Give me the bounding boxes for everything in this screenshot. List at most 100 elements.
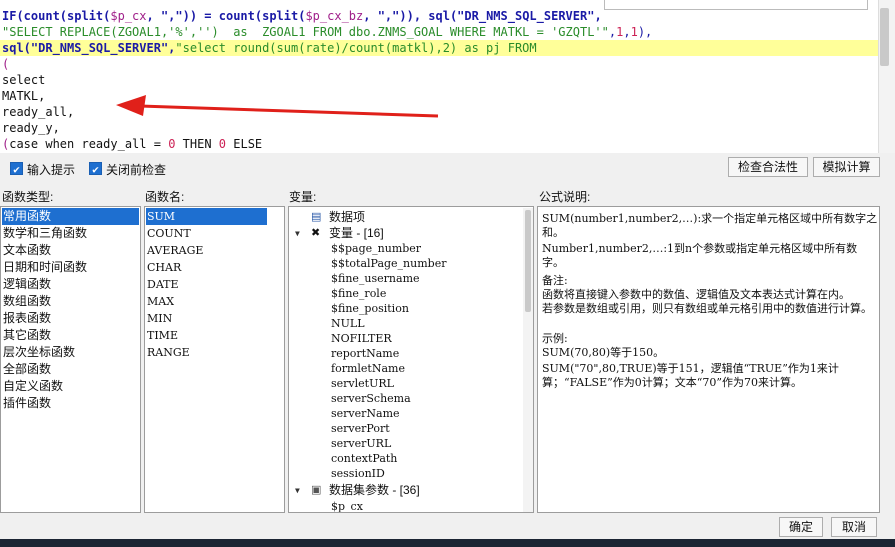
simulate-button[interactable]: 模拟计算 bbox=[813, 157, 880, 177]
tree-variable-item[interactable]: $fine_username bbox=[331, 271, 420, 286]
description-line: 备注: bbox=[542, 274, 568, 287]
cancel-button[interactable]: 取消 bbox=[831, 517, 877, 537]
code-line: select bbox=[2, 72, 45, 88]
func-type-item[interactable]: 全部函数 bbox=[2, 361, 51, 378]
code-line: "SELECT REPLACE(ZGOAL1,'%','') as ZGOAL1… bbox=[2, 24, 652, 40]
code-line: ready_all, bbox=[2, 104, 74, 120]
code-token: ELSE bbox=[226, 137, 263, 151]
code-token: sql("DR_NMS_SQL_SERVER", bbox=[2, 41, 176, 55]
description-line: Number1,number2,…:1到n个参数或指定单元格区域中所有数字。 bbox=[542, 242, 858, 269]
editor-search-box[interactable] bbox=[604, 0, 868, 10]
code-token: "select round(sum(rate)/count(matkl),2) … bbox=[175, 41, 537, 55]
tree-variable-item[interactable]: $fine_role bbox=[331, 286, 386, 301]
func-type-item[interactable]: 文本函数 bbox=[2, 242, 51, 259]
code-line: sql("DR_NMS_SQL_SERVER","select round(su… bbox=[2, 40, 537, 56]
func-type-item[interactable]: 常用函数 bbox=[2, 208, 139, 225]
func-type-item[interactable]: 数学和三角函数 bbox=[2, 225, 87, 242]
tree-variable-item[interactable]: contextPath bbox=[331, 451, 397, 466]
description-line: 若参数是数组或引用，则只有数组或单元格引用中的数值进行计算。 bbox=[542, 302, 872, 315]
func-name-item[interactable]: TIME bbox=[146, 327, 178, 344]
code-token: IF(count(split( bbox=[2, 9, 111, 23]
func-name-item[interactable]: AVERAGE bbox=[146, 242, 203, 259]
variable-tree-scrollbar-thumb[interactable] bbox=[525, 210, 531, 312]
code-line: IF(count(split($p_cx, ",")) = count(spli… bbox=[2, 8, 602, 24]
func-name-item[interactable]: COUNT bbox=[146, 225, 191, 242]
tree-variable-item[interactable]: $fine_position bbox=[331, 301, 409, 316]
func-name-item[interactable]: DATE bbox=[146, 276, 179, 293]
tree-variable-item[interactable]: serverSchema bbox=[331, 391, 411, 406]
func-type-item[interactable]: 报表函数 bbox=[2, 310, 51, 327]
tree-variable-item[interactable]: formletName bbox=[331, 361, 405, 376]
tree-dataset-item[interactable]: $p_cx bbox=[331, 499, 363, 512]
code-token: case when ready_all = bbox=[9, 137, 169, 151]
code-token: , bbox=[623, 25, 631, 39]
func-name-label: 函数名: bbox=[145, 190, 185, 204]
code-token: ), bbox=[637, 25, 653, 39]
expand-toggle-icon[interactable]: ▼ bbox=[295, 229, 300, 238]
func-name-item[interactable]: MIN bbox=[146, 310, 172, 327]
code-line: ( bbox=[2, 56, 9, 72]
description-line: 示例: bbox=[542, 332, 568, 345]
editor-scrollbar-thumb[interactable] bbox=[880, 8, 889, 66]
check-before-close-checkbox[interactable]: ✔ bbox=[89, 162, 102, 176]
red-arrow-annotation bbox=[116, 95, 439, 118]
func-name-item[interactable]: SUM bbox=[146, 208, 267, 225]
tree-variable-item[interactable]: NULL bbox=[331, 316, 365, 331]
func-type-item[interactable]: 数组函数 bbox=[2, 293, 51, 310]
func-type-item[interactable]: 层次坐标函数 bbox=[2, 344, 75, 361]
func-type-item[interactable]: 其它函数 bbox=[2, 327, 51, 344]
func-name-item[interactable]: MAX bbox=[146, 293, 174, 310]
code-line: MATKL, bbox=[2, 88, 45, 104]
input-hint-checkbox[interactable]: ✔ bbox=[10, 162, 23, 176]
variable-tree[interactable]: ▤ 数据项 ▼ ✖ 变量 - [16] $$page_number $$totalPage_… bbox=[288, 206, 534, 513]
code-token: THEN bbox=[175, 137, 219, 151]
formula-editor[interactable]: IF(count(split($p_cx, ",")) = count(spli… bbox=[0, 0, 895, 153]
code-token: 1 bbox=[630, 25, 638, 39]
check-before-close-label: 关闭前检查 bbox=[106, 163, 167, 177]
code-token: $p_cx_bz bbox=[305, 9, 364, 23]
func-type-list[interactable]: 常用函数 数学和三角函数 文本函数 日期和时间函数 逻辑函数 数组函数 报表函数 其它函数 层次… bbox=[0, 206, 141, 513]
tree-data-item[interactable]: 数据项 bbox=[329, 210, 365, 225]
func-type-item[interactable]: 逻辑函数 bbox=[2, 276, 51, 293]
data-item-icon: ▤ bbox=[311, 210, 322, 223]
code-line: ready_y, bbox=[2, 120, 60, 136]
func-name-item[interactable]: RANGE bbox=[146, 344, 190, 361]
ok-button[interactable]: 确定 bbox=[779, 517, 823, 537]
tree-variable-item[interactable]: serverURL bbox=[331, 436, 391, 451]
variable-icon: ✖ bbox=[311, 226, 321, 239]
tree-variable-item[interactable]: reportName bbox=[331, 346, 399, 361]
code-token: MATKL, bbox=[2, 89, 46, 103]
code-token: ready_y, bbox=[2, 121, 60, 135]
tree-variable-item[interactable]: $$totalPage_number bbox=[331, 256, 446, 271]
func-name-item[interactable]: CHAR bbox=[146, 259, 181, 276]
code-token: select bbox=[2, 73, 46, 87]
taskbar bbox=[0, 539, 895, 547]
tree-variable-item[interactable]: serverName bbox=[331, 406, 400, 421]
description-line: SUM("70",80,TRUE)等于151，逻辑值“TRUE”作为1来计算；“… bbox=[542, 362, 839, 389]
tree-dataset-category[interactable]: 数据集参数 - [36] bbox=[329, 483, 420, 498]
check-validity-button[interactable]: 检查合法性 bbox=[728, 157, 808, 177]
dataset-param-icon: ▣ bbox=[311, 483, 322, 496]
tree-variable-item[interactable]: servletURL bbox=[331, 376, 394, 391]
func-type-item[interactable]: 日期和时间函数 bbox=[2, 259, 87, 276]
tree-variable-item[interactable]: serverPort bbox=[331, 421, 390, 436]
func-type-item[interactable]: 插件函数 bbox=[2, 395, 51, 412]
input-hint-label: 输入提示 bbox=[27, 163, 76, 177]
tree-variable-item[interactable]: sessionID bbox=[331, 466, 385, 481]
code-line: (case when ready_all = 0 THEN 0 ELSE bbox=[2, 136, 262, 152]
tree-variable-item[interactable]: NOFILTER bbox=[331, 331, 392, 346]
description-label: 公式说明: bbox=[539, 190, 591, 204]
code-token: "SELECT REPLACE(ZGOAL1,'%','') as ZGOAL1… bbox=[2, 25, 609, 39]
func-type-item[interactable]: 自定义函数 bbox=[2, 378, 63, 395]
description-line: SUM(70,80)等于150。 bbox=[542, 346, 665, 359]
tree-variable-item[interactable]: $$page_number bbox=[331, 241, 421, 256]
func-name-list[interactable]: SUM COUNT AVERAGE CHAR DATE MAX MIN TIME RANGE bbox=[144, 206, 285, 513]
tree-variable-category[interactable]: 变量 - [16] bbox=[329, 226, 384, 241]
code-token: ready_all, bbox=[2, 105, 75, 119]
code-token: $p_cx bbox=[110, 9, 147, 23]
code-token: 0 bbox=[218, 137, 227, 151]
description-line: 函数将直接键入参数中的数值、逻辑值及文本表达式计算在内。 bbox=[542, 288, 850, 301]
code-token: , ",")) = count(split( bbox=[146, 9, 306, 23]
description-line: SUM(number1,number2,…):求一个指定单元格区域中所有数字之和… bbox=[542, 212, 878, 239]
expand-toggle-icon[interactable]: ▼ bbox=[295, 486, 300, 495]
